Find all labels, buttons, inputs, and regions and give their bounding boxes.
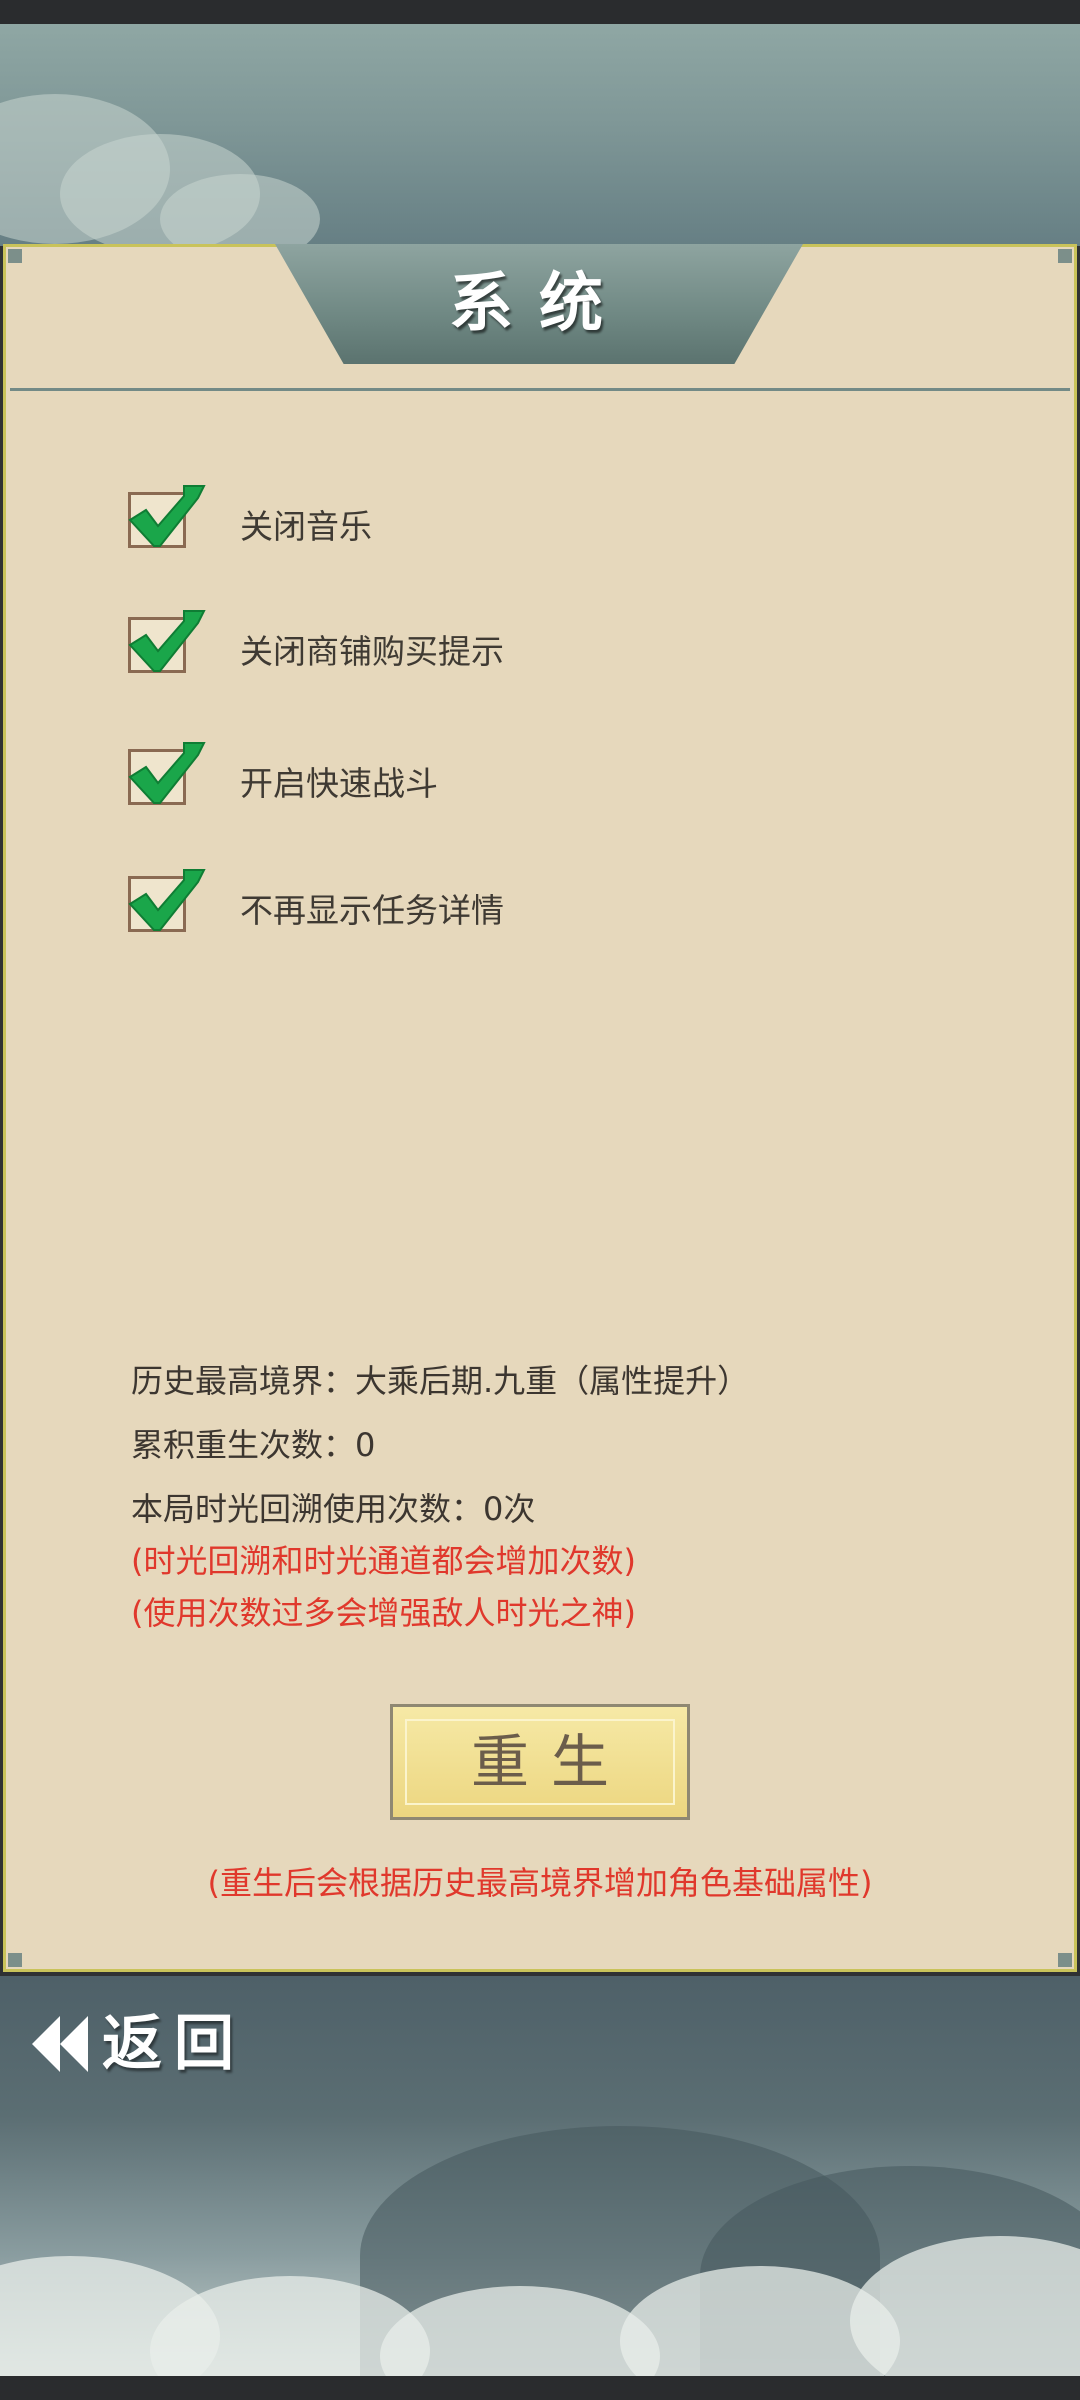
option-label: 关闭商铺购买提示 xyxy=(240,632,504,671)
option-fast-battle[interactable]: 开启快速战斗 xyxy=(126,742,826,813)
rewind-note-2: (使用次数过多会增强敌人时光之神) xyxy=(131,1594,636,1632)
rebirth-button-label: 重生 xyxy=(470,1728,631,1796)
option-label: 开启快速战斗 xyxy=(240,764,438,803)
option-close-shop-prompt[interactable]: 关闭商铺购买提示 xyxy=(126,610,826,681)
panel-corner-ornament xyxy=(1058,1953,1072,1967)
option-hide-quest-details[interactable]: 不再显示任务详情 xyxy=(126,869,826,940)
option-label: 关闭音乐 xyxy=(240,507,372,546)
checkmark-icon xyxy=(128,869,206,931)
highest-realm-text: 历史最高境界：大乘后期.九重（属性提升） xyxy=(131,1362,750,1400)
option-label: 不再显示任务详情 xyxy=(240,891,504,930)
back-button[interactable]: 返回 xyxy=(30,2002,270,2086)
panel-corner-ornament xyxy=(8,249,22,263)
title-divider xyxy=(10,388,1070,391)
rebirth-button[interactable]: 重生 xyxy=(390,1704,690,1820)
rewind-count-text: 本局时光回溯使用次数：0次 xyxy=(131,1490,536,1528)
back-button-label: 返回 xyxy=(102,2009,246,2079)
sky-background xyxy=(0,24,1080,246)
option-close-music[interactable]: 关闭音乐 xyxy=(126,485,826,556)
checkmark-icon xyxy=(128,610,206,672)
rebirth-count-text: 累积重生次数：0 xyxy=(131,1426,376,1464)
panel-corner-ornament xyxy=(1058,249,1072,263)
bottom-strip xyxy=(0,2376,1080,2400)
rewind-note-1: (时光回溯和时光通道都会增加次数) xyxy=(131,1542,636,1580)
dialog-title: 系统 xyxy=(449,266,629,341)
checkmark-icon xyxy=(128,485,206,547)
panel-corner-ornament xyxy=(8,1953,22,1967)
top-status-strip xyxy=(0,0,1080,24)
rebirth-note: (重生后会根据历史最高境界增加角色基础属性) xyxy=(207,1864,873,1902)
double-chevron-left-icon xyxy=(32,2016,88,2072)
checkmark-icon xyxy=(128,742,206,804)
